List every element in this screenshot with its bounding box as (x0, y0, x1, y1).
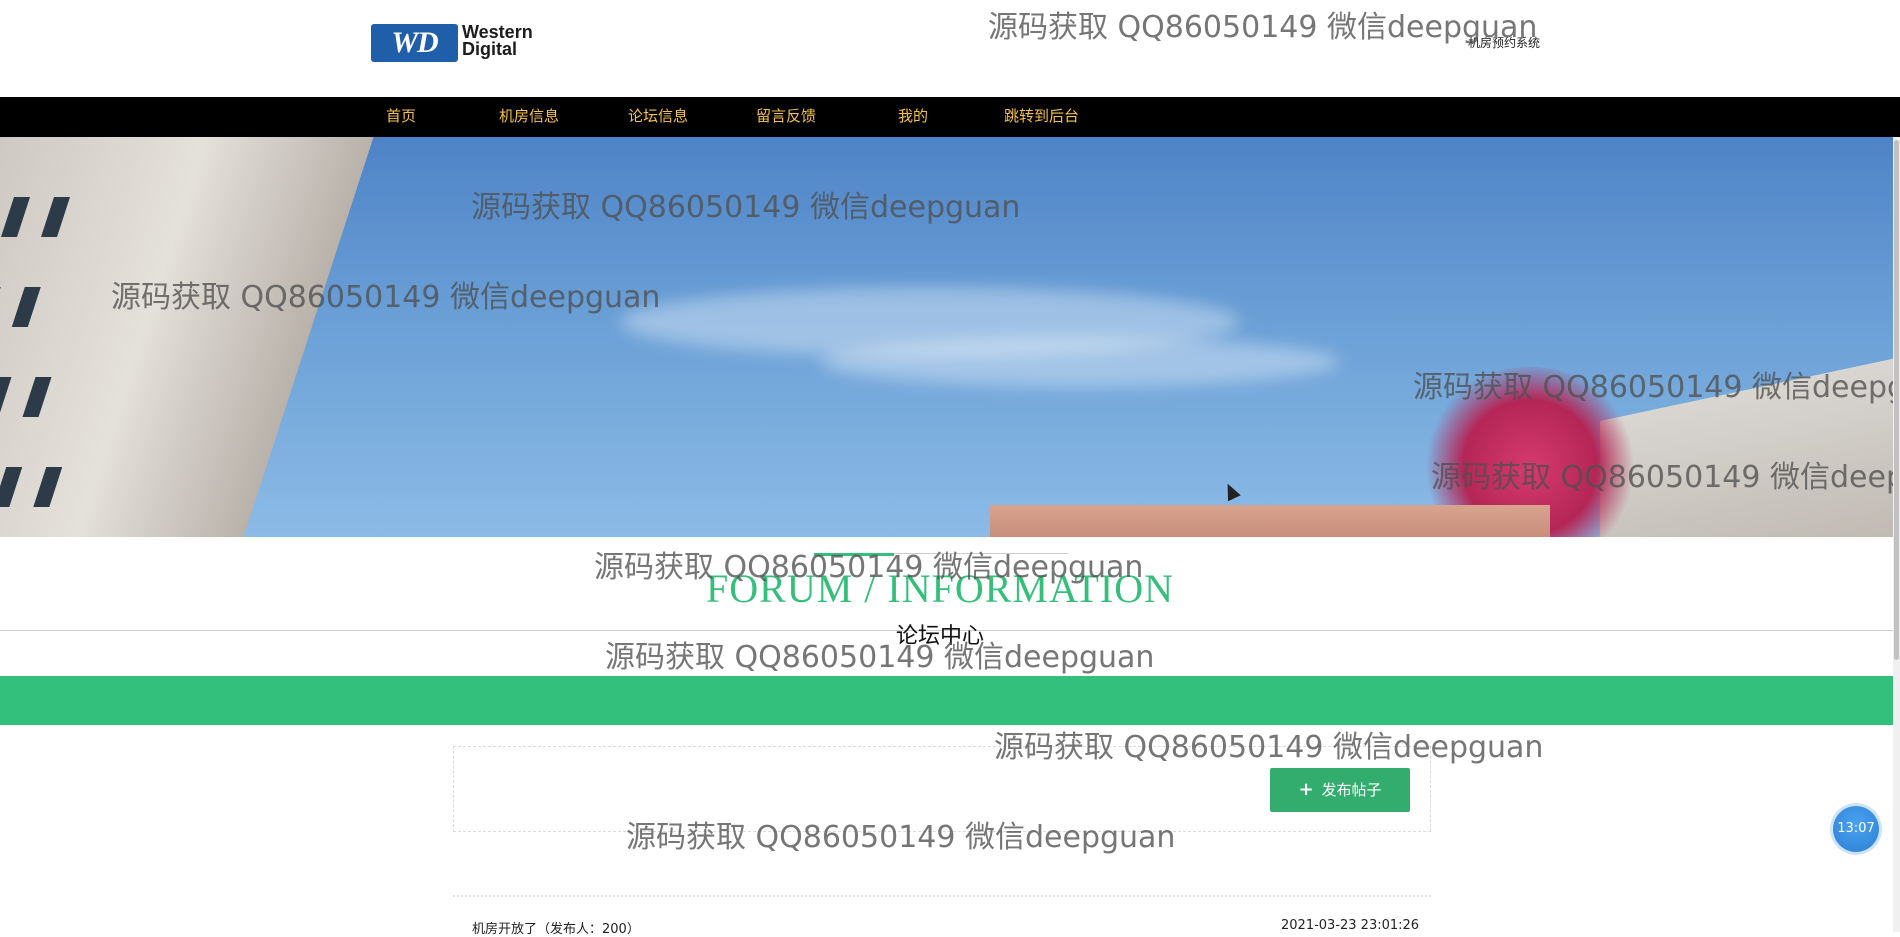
nav-item-mine[interactable]: 我的 (898, 97, 928, 137)
green-banner-bar (0, 676, 1893, 725)
banner-building-roof (990, 505, 1550, 537)
logo-text-line2: Digital (462, 39, 518, 59)
post-timestamp: 2021-03-23 23:01:26 (1281, 918, 1420, 933)
title-divider-line (894, 553, 1068, 554)
scrollbar-thumb[interactable] (1894, 140, 1899, 660)
section-subtitle: 论坛中心 (895, 624, 984, 649)
banner-cloud (820, 337, 1340, 387)
nav-item-home[interactable]: 首页 (386, 97, 416, 137)
banner-building-right (1600, 352, 1893, 537)
building-window (22, 377, 52, 417)
nav-item-room-info[interactable]: 机房信息 (499, 97, 559, 137)
nav-item-feedback[interactable]: 留言反馈 (756, 97, 816, 137)
building-window (0, 467, 23, 507)
nav-item-forum[interactable]: 论坛信息 (628, 97, 688, 137)
list-divider (453, 895, 1431, 897)
site-header: WD Western Digital 机房预约系统 (0, 0, 1900, 97)
nav-item-admin[interactable]: 跳转到后台 (1004, 97, 1079, 137)
plus-icon: + (1298, 779, 1314, 800)
post-title[interactable]: 机房开放了（发布人：200） (472, 918, 640, 937)
logo-wordmark: Western Digital (462, 23, 562, 62)
system-title: 机房预约系统 (1468, 36, 1541, 50)
logo-mark: WD (371, 24, 458, 62)
building-window (1, 197, 31, 237)
building-window (0, 287, 1, 327)
main-nav: 首页 机房信息 论坛信息 留言反馈 我的 跳转到后台 (0, 97, 1900, 137)
building-window (33, 467, 63, 507)
hero-banner (0, 137, 1893, 537)
banner-building-left (0, 137, 381, 537)
section-title: FORUM / INFORMATION (706, 566, 1174, 611)
publish-post-button[interactable]: + 发布帖子 (1270, 768, 1410, 812)
floating-clock-widget[interactable]: 13:07 (1833, 806, 1879, 852)
building-window (41, 197, 71, 237)
building-window (0, 377, 12, 417)
western-digital-logo[interactable]: WD Western Digital (371, 23, 562, 62)
title-accent-line (814, 553, 894, 556)
building-window (11, 287, 41, 327)
publish-post-label: 发布帖子 (1321, 781, 1382, 799)
